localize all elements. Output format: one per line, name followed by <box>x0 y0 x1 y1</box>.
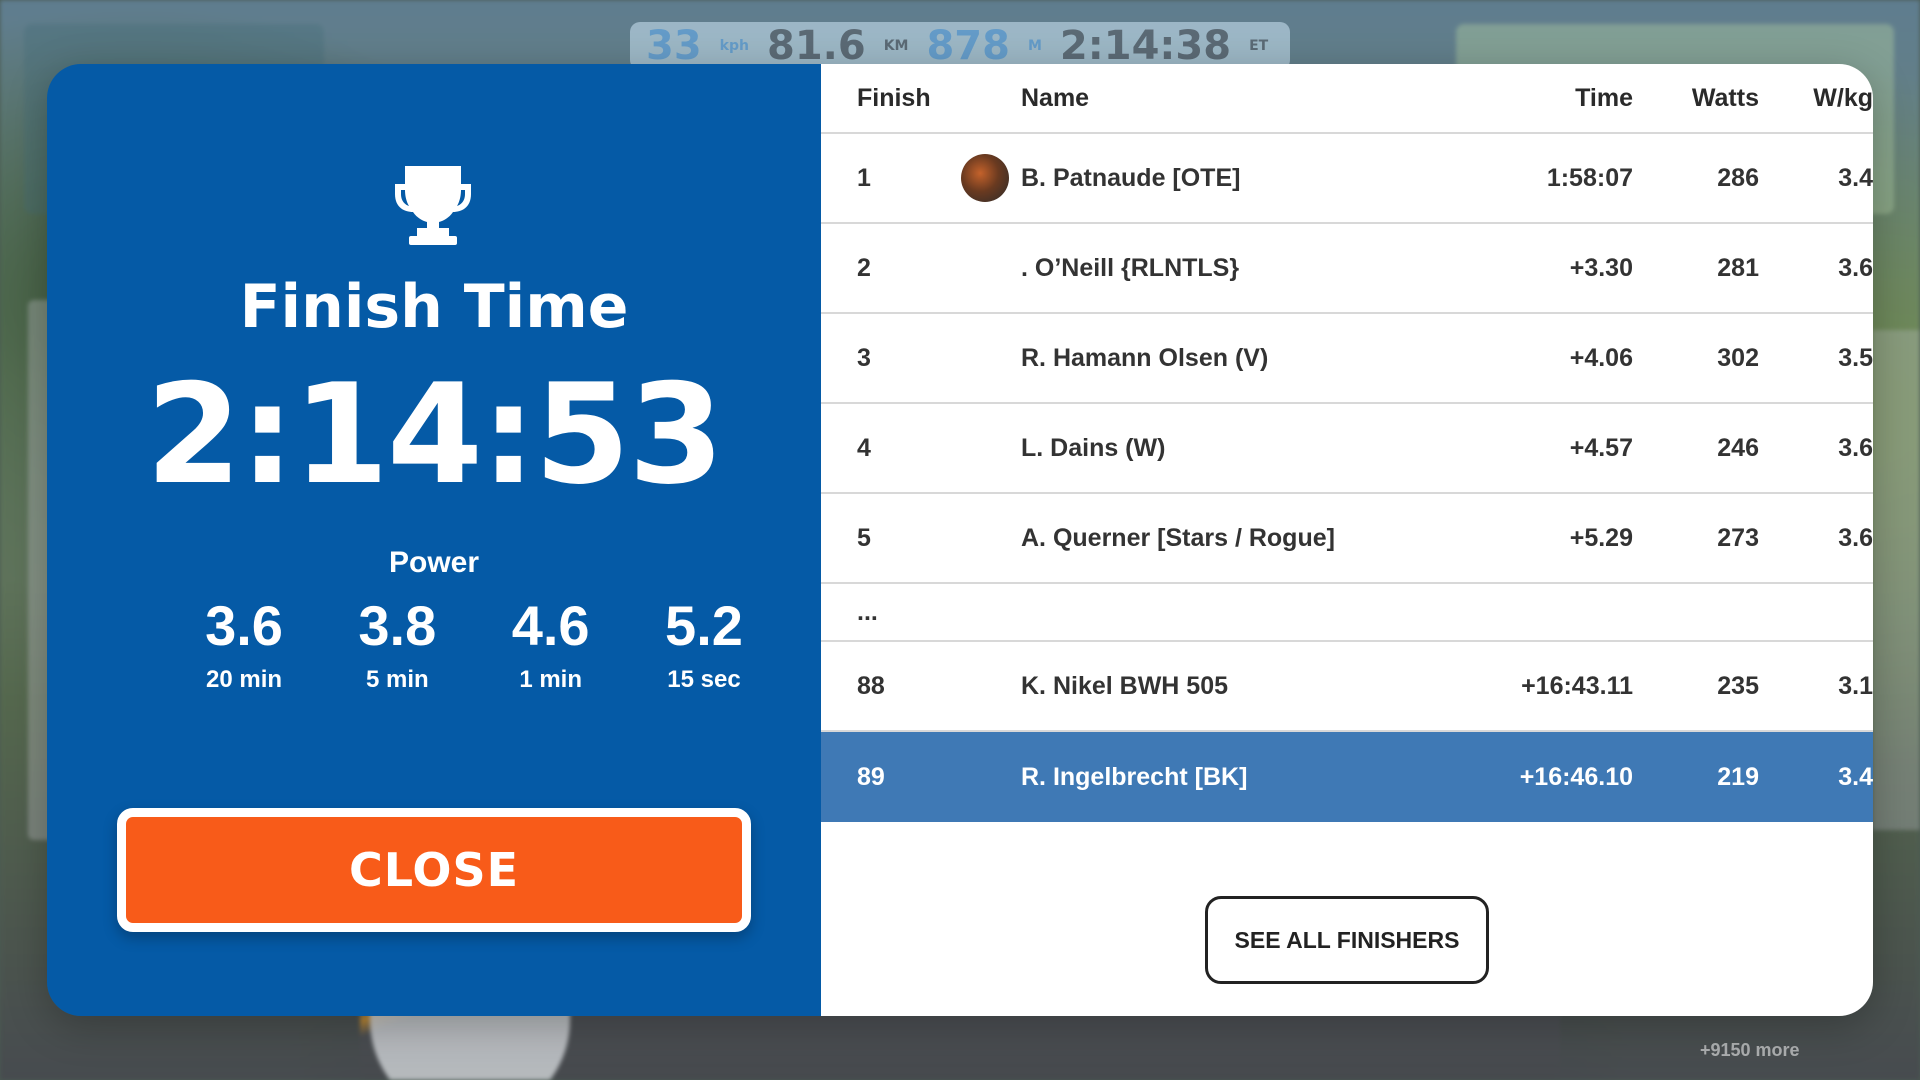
column-header-wkg: W/kg <box>1813 83 1873 112</box>
results-table-header: Finish Name Time Watts W/kg <box>821 64 1873 134</box>
finish-title: Finish Time <box>239 272 629 342</box>
hud-speed-unit: kph <box>719 38 749 54</box>
hud-elapsed: 2:14:38 <box>1059 23 1232 69</box>
row-wkg: 3.4 <box>1838 163 1873 192</box>
row-wkg: 3.4 <box>1838 762 1873 791</box>
column-header-finish: Finish <box>857 83 931 112</box>
finish-summary-panel: Finish Time 2:14:53 Power 3.6 20 min 3.8… <box>47 64 821 1016</box>
row-time: +4.06 <box>1569 343 1633 372</box>
row-name: K. Nikel BWH 505 <box>1021 671 1229 700</box>
power-stats: 3.6 20 min 3.8 5 min 4.6 1 min 5.2 15 se… <box>179 594 769 694</box>
power-stat-value: 5.2 <box>665 594 743 657</box>
table-row[interactable]: 5 A. Querner [Stars / Rogue] +5.29 273 3… <box>821 494 1873 584</box>
row-time: +4.57 <box>1569 433 1633 462</box>
trophy-icon <box>395 166 471 245</box>
power-stat-label: 1 min <box>519 666 582 693</box>
power-stat-label: 5 min <box>365 666 429 693</box>
finish-time-value: 2:14:53 <box>145 354 724 515</box>
power-stat-20min: 3.6 20 min <box>179 594 309 694</box>
row-watts: 235 <box>1717 671 1759 700</box>
power-stat-1min: 4.6 1 min <box>486 594 616 694</box>
hud-distance-unit: KM <box>883 38 909 54</box>
column-header-watts: Watts <box>1691 83 1759 112</box>
row-wkg: 3.6 <box>1838 523 1873 552</box>
power-stat-label: 20 min <box>205 666 283 693</box>
row-position: 4 <box>857 433 871 462</box>
background-rider-list <box>1872 330 1920 830</box>
row-watts: 246 <box>1717 433 1759 462</box>
ellipsis-text: ... <box>857 597 878 626</box>
results-table-panel: Finish Name Time Watts W/kg 1 B. Patnaud… <box>821 64 1873 1016</box>
row-name: . O’Neill {RLNTLS} <box>1021 253 1240 282</box>
power-stat-15sec: 5.2 15 sec <box>639 594 769 694</box>
close-button[interactable]: CLOSE <box>117 808 751 932</box>
row-watts: 219 <box>1717 762 1759 791</box>
hud-elevation: 878 <box>926 23 1010 69</box>
power-stat-value: 4.6 <box>511 594 590 657</box>
see-all-finishers-button[interactable]: SEE ALL FINISHERS <box>1205 896 1489 984</box>
row-position: 88 <box>857 671 885 700</box>
row-name: B. Patnaude [OTE] <box>1021 163 1241 192</box>
row-wkg: 3.6 <box>1838 253 1873 282</box>
power-stat-label: 15 sec <box>667 666 741 693</box>
hud-bar: 33 kph 81.6 KM 878 M 2:14:38 ET <box>630 22 1290 70</box>
more-riders-text: +9150 more <box>1700 1040 1800 1060</box>
hud-elapsed-unit: ET <box>1249 38 1269 54</box>
row-name-cell: B. Patnaude [OTE] <box>961 154 1433 202</box>
row-time: +3.30 <box>1569 253 1633 282</box>
row-wkg: 3.5 <box>1838 343 1873 372</box>
row-watts: 273 <box>1717 523 1759 552</box>
table-row[interactable]: 3 R. Hamann Olsen (V) +4.06 302 3.5 <box>821 314 1873 404</box>
power-stat-5min: 3.8 5 min <box>332 594 462 694</box>
row-time: 1:58:07 <box>1546 163 1633 192</box>
table-row[interactable]: 88 K. Nikel BWH 505 +16:43.11 235 3.1 <box>821 642 1873 732</box>
row-time: +16:46.10 <box>1519 762 1633 791</box>
hud-distance: 81.6 <box>766 23 866 69</box>
row-position: 89 <box>857 762 885 791</box>
row-position: 5 <box>857 523 871 552</box>
row-watts: 281 <box>1717 253 1759 282</box>
row-wkg: 3.6 <box>1838 433 1873 462</box>
avatar <box>961 154 1009 202</box>
power-stat-value: 3.8 <box>358 594 437 657</box>
row-name: R. Ingelbrecht [BK] <box>1021 762 1248 791</box>
column-header-name: Name <box>1021 83 1090 112</box>
row-name: A. Querner [Stars / Rogue] <box>1021 523 1335 552</box>
row-time: +16:43.11 <box>1521 671 1633 700</box>
row-time: +5.29 <box>1569 523 1633 552</box>
row-watts: 286 <box>1717 163 1759 192</box>
table-row-ellipsis: ... <box>821 584 1873 642</box>
power-stat-value: 3.6 <box>205 594 283 657</box>
table-row[interactable]: 2 . O’Neill {RLNTLS} +3.30 281 3.6 <box>821 224 1873 314</box>
row-watts: 302 <box>1717 343 1759 372</box>
table-row-current-user[interactable]: 89 R. Ingelbrecht [BK] +16:46.10 219 3.4 <box>821 732 1873 822</box>
hud-speed: 33 <box>646 23 702 69</box>
row-wkg: 3.1 <box>1838 671 1873 700</box>
table-row[interactable]: 4 L. Dains (W) +4.57 246 3.6 <box>821 404 1873 494</box>
table-row[interactable]: 1 B. Patnaude [OTE] 1:58:07 286 3.4 <box>821 134 1873 224</box>
column-header-time: Time <box>1575 83 1633 112</box>
row-name: R. Hamann Olsen (V) <box>1021 343 1269 372</box>
power-label: Power <box>388 546 480 579</box>
hud-elevation-unit: M <box>1027 38 1042 54</box>
results-modal: Finish Time 2:14:53 Power 3.6 20 min 3.8… <box>47 64 1873 1016</box>
row-name: L. Dains (W) <box>1021 433 1166 462</box>
row-position: 2 <box>857 253 871 282</box>
row-position: 3 <box>857 343 871 372</box>
